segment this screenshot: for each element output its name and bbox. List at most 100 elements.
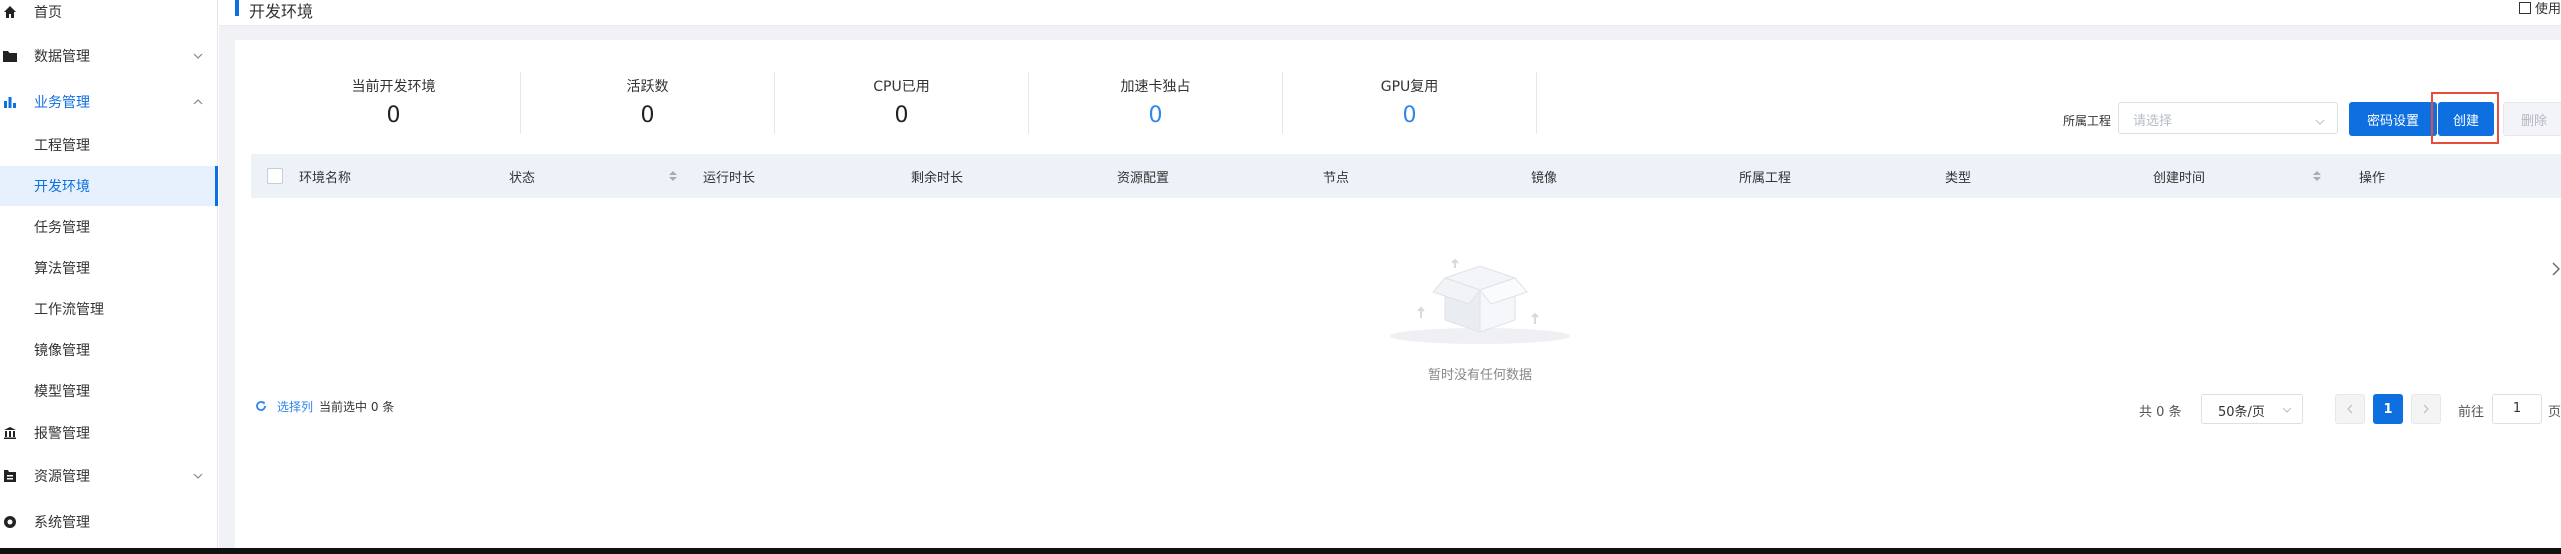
sidebar-subitem-label: 镜像管理: [34, 343, 90, 359]
stat-gpu-shared: GPU复用 0: [1283, 72, 1537, 134]
sidebar-item-label: 系统管理: [34, 515, 90, 531]
stat-cpu-used: CPU已用 0: [775, 72, 1029, 134]
column-header-resource-config[interactable]: 资源配置: [1117, 154, 1169, 198]
content-card: 当前开发环境 0 活跃数 0 CPU已用 0 加速卡独占 0 GPU复用 0 所…: [235, 40, 2561, 548]
column-label: 剩余时长: [911, 170, 964, 186]
main-area: 当前开发环境 0 活跃数 0 CPU已用 0 加速卡独占 0 GPU复用 0 所…: [219, 26, 2561, 548]
chevron-down-icon: [2282, 407, 2292, 413]
column-label: 状态: [509, 170, 536, 186]
chart-icon: [2, 94, 18, 110]
sidebar-item-label: 首页: [34, 5, 62, 21]
stat-label: 当前开发环境: [351, 79, 436, 95]
stat-accelerator-exclusive: 加速卡独占 0: [1029, 72, 1283, 134]
sidebar: 首页 数据管理 业务管理 工程管理 开发环境 任务管理 算法管理 工作流管理 镜…: [0, 0, 218, 548]
folder-icon: [2, 48, 18, 64]
column-label: 操作: [2359, 170, 2386, 186]
sidebar-item-label: 数据管理: [34, 49, 90, 65]
stat-value[interactable]: 0: [1283, 104, 1536, 128]
sidebar-item-system[interactable]: 系统管理: [0, 502, 218, 542]
page-title: 开发环境: [249, 2, 314, 21]
system-icon: [2, 514, 18, 530]
sidebar-subitem-label: 算法管理: [34, 261, 90, 277]
project-filter-label: 所属工程: [2063, 114, 2112, 128]
sidebar-subitem-workflows[interactable]: 工作流管理: [0, 289, 218, 329]
sidebar-item-alarms[interactable]: 报警管理: [0, 413, 218, 453]
column-label: 运行时长: [703, 170, 756, 186]
stats-row: 当前开发环境 0 活跃数 0 CPU已用 0 加速卡独占 0 GPU复用 0: [267, 72, 1537, 134]
stat-current-env: 当前开发环境 0: [267, 72, 521, 134]
resource-icon: [2, 468, 18, 484]
document-icon: [2518, 1, 2531, 14]
stat-value[interactable]: 0: [1029, 104, 1282, 128]
sidebar-subitem-label: 工程管理: [34, 138, 90, 154]
table-header: 环境名称 状态 运行时长 剩余时长 资源配置 节点 镜像 所属工程 类型 创建时…: [251, 154, 2561, 198]
column-header-actions: 操作: [2359, 154, 2385, 198]
column-header-image[interactable]: 镜像: [1531, 154, 1557, 198]
column-label: 镜像: [1531, 170, 1558, 186]
chevron-left-icon: [2347, 404, 2353, 414]
delete-button[interactable]: 删除: [2503, 102, 2561, 136]
sidebar-subitem-images[interactable]: 镜像管理: [0, 330, 218, 370]
goto-label: 前往: [2458, 405, 2485, 420]
column-selector: 选择列 当前选中 0 条: [255, 398, 394, 415]
column-header-created-time[interactable]: 创建时间: [2153, 154, 2322, 198]
sidebar-item-label: 报警管理: [34, 426, 90, 442]
column-header-node[interactable]: 节点: [1323, 154, 1349, 198]
page-number-current[interactable]: 1: [2373, 394, 2403, 424]
sort-icon[interactable]: [669, 171, 678, 181]
column-label: 节点: [1323, 170, 1350, 186]
sidebar-item-home[interactable]: 首页: [0, 0, 218, 32]
chevron-right-icon: [2423, 404, 2429, 414]
stat-label: 加速卡独占: [1120, 79, 1191, 95]
prev-page-button[interactable]: [2335, 394, 2365, 424]
stat-value: 0: [894, 103, 909, 128]
goto-page-input[interactable]: 1: [2492, 394, 2542, 424]
sort-icon[interactable]: [2313, 171, 2322, 181]
stat-value: 0: [640, 103, 655, 128]
column-label: 环境名称: [299, 170, 352, 186]
sidebar-item-business[interactable]: 业务管理: [0, 82, 218, 122]
sidebar-subitem-dev-env[interactable]: 开发环境: [0, 166, 218, 206]
column-header-env-name[interactable]: 环境名称: [299, 154, 351, 198]
sidebar-subitem-projects[interactable]: 工程管理: [0, 125, 218, 165]
sidebar-item-data[interactable]: 数据管理: [0, 36, 218, 76]
stat-active: 活跃数 0: [521, 72, 775, 134]
project-select-placeholder: 请选择: [2133, 114, 2173, 129]
password-settings-button[interactable]: 密码设置: [2349, 102, 2437, 136]
sidebar-item-label: 业务管理: [34, 95, 90, 111]
column-header-runtime[interactable]: 运行时长: [703, 154, 755, 198]
sidebar-subitem-algorithms[interactable]: 算法管理: [0, 248, 218, 288]
column-header-type[interactable]: 类型: [1945, 154, 1971, 198]
column-header-project[interactable]: 所属工程: [1739, 154, 1791, 198]
bottom-border: [0, 548, 2561, 554]
refresh-icon[interactable]: [255, 400, 269, 414]
sidebar-subitem-label: 任务管理: [34, 220, 90, 236]
column-header-status[interactable]: 状态: [509, 154, 678, 198]
column-label: 资源配置: [1117, 170, 1170, 186]
project-select[interactable]: 请选择: [2118, 102, 2338, 134]
empty-box-illustration: [1385, 240, 1575, 350]
chevron-right-icon[interactable]: [2551, 262, 2561, 276]
stat-label: CPU已用: [873, 79, 930, 95]
select-columns-link[interactable]: 选择列: [277, 398, 313, 415]
help-label: 使用: [2534, 2, 2561, 17]
sidebar-subitem-label: 工作流管理: [34, 302, 104, 318]
page-header: 开发环境 使用: [219, 0, 2561, 26]
selected-count-text: 当前选中 0 条: [319, 400, 395, 414]
sidebar-item-resources[interactable]: 资源管理: [0, 456, 218, 496]
create-button[interactable]: 创建: [2438, 102, 2494, 136]
sidebar-subitem-label: 模型管理: [34, 384, 90, 400]
home-icon: [2, 4, 18, 20]
next-page-button[interactable]: [2411, 394, 2441, 424]
select-all-checkbox[interactable]: [267, 168, 283, 184]
sidebar-subitem-models[interactable]: 模型管理: [0, 371, 218, 411]
stat-value: 0: [386, 103, 401, 128]
help-link[interactable]: 使用: [2518, 0, 2561, 17]
page-size-select[interactable]: 50条/页: [2201, 394, 2303, 424]
column-label: 所属工程: [1739, 170, 1792, 186]
sidebar-subitem-tasks[interactable]: 任务管理: [0, 207, 218, 247]
column-header-remaining[interactable]: 剩余时长: [911, 154, 963, 198]
page-size-value: 50条/页: [2218, 405, 2265, 420]
chevron-down-icon: [2315, 113, 2325, 125]
sidebar-subitem-label: 开发环境: [34, 179, 90, 195]
